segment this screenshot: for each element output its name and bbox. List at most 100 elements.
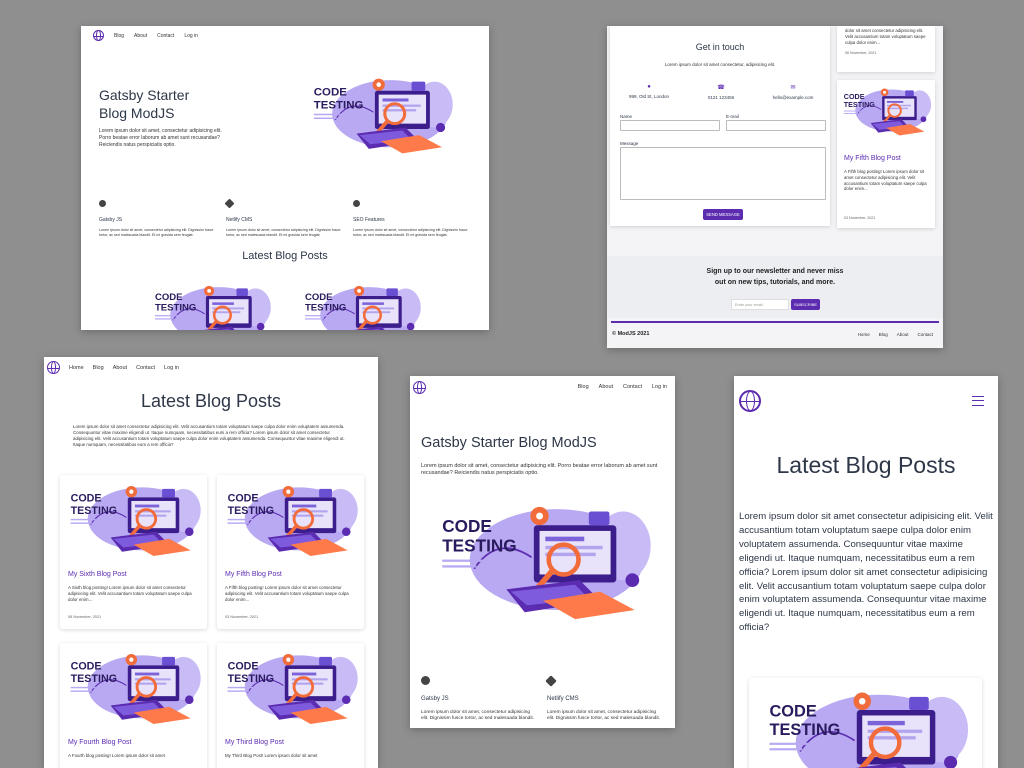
netlify-icon bbox=[224, 198, 235, 209]
art-title-line2: TESTING bbox=[844, 100, 876, 109]
name-field[interactable] bbox=[620, 120, 720, 131]
contact-card: Get in touch Lorem ipsum dolor sit amet … bbox=[610, 26, 830, 226]
feature-seo: SEO Features Lorem ipsum dolor sit amet,… bbox=[353, 194, 475, 238]
address-text: 999, Old St, London bbox=[628, 94, 670, 99]
nav-blog[interactable]: Blog bbox=[578, 384, 589, 390]
contact-heading: Get in touch bbox=[695, 42, 745, 52]
footer-contact-link[interactable]: Contact bbox=[917, 332, 933, 337]
globe-logo-icon[interactable] bbox=[47, 361, 60, 374]
location-pin-icon: ● bbox=[647, 84, 651, 90]
contact-address: ● 999, Old St, London bbox=[624, 84, 674, 99]
post-title[interactable]: My Fifth Blog Post bbox=[225, 571, 282, 578]
footer-home-link[interactable]: Home bbox=[858, 332, 870, 337]
nav-login[interactable]: Log in bbox=[164, 365, 179, 371]
feature-text: Lorem ipsum dolor sit amet, consectetur … bbox=[547, 710, 661, 722]
footer-nav: Home Blog About Contact bbox=[858, 332, 933, 337]
screenshot-blog-list: Home Blog About Contact Log in Latest Bl… bbox=[44, 357, 378, 768]
art-title-line2: TESTING bbox=[228, 673, 274, 685]
email-field[interactable] bbox=[726, 120, 826, 131]
feature-netlify: Netlify CMS Lorem ipsum dolor sit amet, … bbox=[224, 194, 348, 238]
post-thumbnail: CODE TESTING bbox=[62, 479, 205, 563]
code-testing-illustration: CODE TESTING bbox=[227, 485, 358, 557]
page-title: Latest Blog Posts bbox=[140, 391, 282, 411]
post-thumbnail[interactable]: CODE TESTING bbox=[141, 282, 281, 330]
footer-blog-link[interactable]: Blog bbox=[879, 332, 888, 337]
intro-text: Lorem ipsum dolor sit amet consectetur a… bbox=[739, 511, 993, 634]
subscribe-button[interactable]: SUBSCRIBE bbox=[791, 299, 820, 310]
feature-text: Lorem ipsum dolor sit amet, consectetur … bbox=[99, 228, 214, 237]
page-title: Latest Blog Posts bbox=[776, 452, 956, 478]
art-title-line2: TESTING bbox=[71, 673, 117, 685]
post-card[interactable]: CODE TESTING My Fifth Blog Post A Fifth … bbox=[217, 475, 364, 629]
code-testing-illustration: CODE TESTING bbox=[227, 653, 358, 725]
nav-about[interactable]: About bbox=[599, 384, 613, 390]
feature-gatsby: Gatsby JS Lorem ipsum dolor sit amet, co… bbox=[421, 672, 537, 723]
code-testing-illustration: CODE TESTING bbox=[155, 285, 271, 330]
phone-text: 0121 123456 bbox=[707, 95, 735, 100]
feature-text: Lorem ipsum dolor sit amet, consectetur … bbox=[421, 710, 535, 722]
nav-login[interactable]: Log in bbox=[652, 384, 667, 390]
side-post-date: 03 November, 2021 bbox=[844, 216, 876, 220]
nav-blog[interactable]: Blog bbox=[114, 33, 124, 39]
side-post-top: dolor sit amet consectetur adipisicing e… bbox=[837, 26, 935, 72]
art-title-line2: TESTING bbox=[228, 505, 274, 517]
post-card[interactable]: CODE TESTING My Sixth Blog Post A Sixth … bbox=[60, 475, 207, 629]
post-title[interactable]: My Fourth Blog Post bbox=[68, 739, 131, 746]
newsletter-line2: out on new tips, tutorials, and more. bbox=[714, 279, 836, 286]
post-thumbnail[interactable]: CODE TESTING bbox=[291, 282, 431, 330]
feature-text: Lorem ipsum dolor sit amet, consectetur … bbox=[353, 228, 468, 237]
message-textarea[interactable] bbox=[620, 147, 826, 200]
art-title-line2: TESTING bbox=[71, 505, 117, 517]
nav-contact[interactable]: Contact bbox=[157, 33, 174, 39]
newsletter-email-input[interactable]: Enter your email bbox=[731, 299, 789, 310]
side-post-card[interactable]: CODE TESTING My Fifth Blog Post A Fifth … bbox=[837, 80, 935, 228]
hero-illustration: CODE TESTING bbox=[424, 500, 662, 626]
feature-title: SEO Features bbox=[353, 217, 385, 223]
art-title-line2: TESTING bbox=[305, 303, 346, 314]
nav-home[interactable]: Home bbox=[69, 365, 84, 371]
post-card[interactable]: CODE TESTING My Fourth Blog Post A Fourt… bbox=[60, 643, 207, 768]
art-title-line2: TESTING bbox=[770, 721, 841, 739]
code-testing-illustration: CODE TESTING bbox=[305, 285, 421, 330]
nav-about[interactable]: About bbox=[134, 33, 147, 39]
nav-login[interactable]: Log in bbox=[184, 33, 198, 39]
code-testing-illustration: CODE TESTING bbox=[843, 88, 932, 136]
art-title-line1: CODE bbox=[844, 92, 865, 101]
art-title-line1: CODE bbox=[228, 661, 259, 673]
post-card[interactable]: CODE TESTING My Third Blog Post My Third… bbox=[217, 643, 364, 768]
send-message-button[interactable]: SEND MESSAGE bbox=[703, 209, 743, 220]
name-label: Name bbox=[620, 114, 633, 119]
art-title-line1: CODE bbox=[314, 86, 347, 98]
latest-posts-heading: Latest Blog Posts bbox=[242, 250, 328, 262]
post-thumbnail: CODE TESTING bbox=[838, 84, 934, 140]
post-date: 08 November, 2021 bbox=[68, 615, 102, 619]
globe-logo-icon[interactable] bbox=[413, 381, 426, 394]
post-thumbnail: CODE TESTING bbox=[751, 686, 980, 768]
footer-about-link[interactable]: About bbox=[897, 332, 909, 337]
nav-contact[interactable]: Contact bbox=[623, 384, 642, 390]
art-title-line2: TESTING bbox=[442, 536, 516, 556]
top-nav: Home Blog About Contact Log in bbox=[47, 361, 179, 374]
nav-blog[interactable]: Blog bbox=[93, 365, 104, 371]
post-title[interactable]: My Sixth Blog Post bbox=[68, 571, 127, 578]
art-title-line2: TESTING bbox=[155, 303, 196, 314]
post-title[interactable]: My Third Blog Post bbox=[225, 739, 284, 746]
feature-title: Gatsby JS bbox=[421, 696, 449, 702]
post-card[interactable]: CODE TESTING bbox=[749, 678, 982, 768]
hero-text: Lorem ipsum dolor sit amet, consectetur … bbox=[99, 128, 222, 148]
top-nav: Blog About Contact Log in bbox=[578, 384, 667, 390]
hamburger-menu-icon[interactable] bbox=[972, 396, 984, 406]
art-title-line1: CODE bbox=[305, 292, 333, 303]
side-post-title[interactable]: My Fifth Blog Post bbox=[844, 155, 901, 162]
globe-logo-icon[interactable] bbox=[739, 390, 761, 412]
globe-logo-icon[interactable] bbox=[93, 30, 104, 41]
post-excerpt: A Sixth blog posting! Lorem ipsum dolor … bbox=[68, 585, 192, 602]
hero-title: Gatsby Starter Blog ModJS bbox=[99, 87, 190, 122]
shield-icon bbox=[353, 200, 360, 207]
nav-about[interactable]: About bbox=[113, 365, 127, 371]
nav-contact[interactable]: Contact bbox=[136, 365, 155, 371]
contact-phone: ☎ 0121 123456 bbox=[696, 84, 746, 100]
feature-title: Gatsby JS bbox=[99, 217, 123, 223]
footer-divider bbox=[611, 321, 939, 323]
email-text: hello@example.com bbox=[772, 95, 814, 100]
